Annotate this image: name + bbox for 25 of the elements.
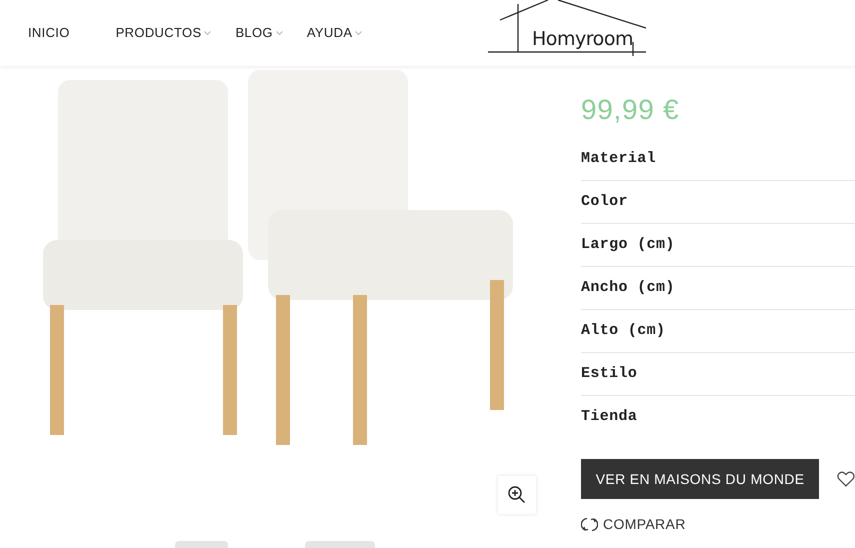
thumbnail-photo[interactable] <box>305 541 375 548</box>
spec-label: Material <box>581 148 656 169</box>
zoom-button[interactable] <box>498 476 536 514</box>
thumbnail-photo[interactable] <box>175 541 228 548</box>
shop-button[interactable]: VER EN MAISONS DU MONDE <box>581 459 820 499</box>
nav-link[interactable]: AYUDA <box>306 23 362 43</box>
chevron-down-icon <box>276 30 283 36</box>
spec-label: Largo (cm) <box>581 234 675 255</box>
spec-label: Tienda <box>581 407 638 428</box>
chevron-down-icon <box>355 30 362 36</box>
house-outline-icon <box>488 0 646 56</box>
spec-label: Estilo <box>581 364 638 384</box>
nav-link[interactable]: BLOG <box>235 23 283 43</box>
refresh-icon <box>581 516 598 533</box>
spec-label: Alto (cm) <box>581 320 666 341</box>
spec-label: Ancho (cm) <box>581 278 675 298</box>
zoom-in-icon <box>507 485 527 505</box>
product-price: 99,99 € <box>581 93 680 127</box>
spec-label: Color <box>581 192 628 212</box>
chevron-down-icon <box>204 30 212 36</box>
nav-link[interactable]: INICIO <box>28 23 70 43</box>
nav-link[interactable]: PRODUCTOS <box>116 23 212 43</box>
heart-icon[interactable] <box>837 471 855 487</box>
logo[interactable]: Homyroom <box>488 0 646 56</box>
compare-link[interactable]: COMPARAR <box>581 514 855 535</box>
